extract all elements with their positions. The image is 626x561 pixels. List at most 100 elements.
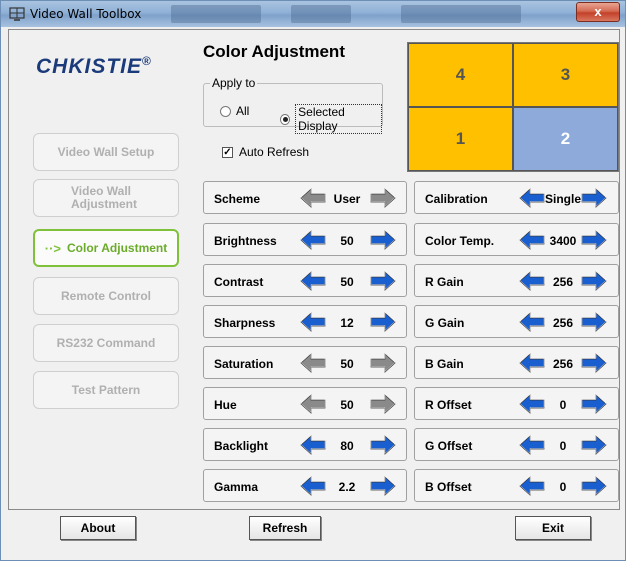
auto-refresh-checkbox[interactable]: ✓ Auto Refresh <box>222 145 309 159</box>
title-bar[interactable]: Video Wall Toolbox x <box>1 1 625 27</box>
active-arrow-icon: ··> <box>44 240 62 256</box>
left-arrow-icon <box>300 393 326 415</box>
contrast-decrease-button[interactable] <box>300 270 326 292</box>
hue-decrease-button[interactable] <box>300 393 326 415</box>
display-tile-4[interactable]: 4 <box>408 43 513 107</box>
color-temp-decrease-button[interactable] <box>519 229 545 251</box>
control-b-gain: B Gain 256 <box>414 346 619 379</box>
close-button[interactable]: x <box>576 2 620 22</box>
g-gain-increase-button[interactable] <box>581 311 607 333</box>
control-r-gain: R Gain 256 <box>414 264 619 297</box>
control-label: Hue <box>214 398 237 412</box>
b-offset-decrease-button[interactable] <box>519 475 545 497</box>
left-arrow-icon <box>300 434 326 456</box>
exit-button[interactable]: Exit <box>515 516 591 540</box>
brightness-decrease-button[interactable] <box>300 229 326 251</box>
sharpness-decrease-button[interactable] <box>300 311 326 333</box>
control-scheme: Scheme User <box>203 181 407 214</box>
refresh-button[interactable]: Refresh <box>249 516 321 540</box>
sidebar-item-label: RS232 Command <box>56 335 156 350</box>
left-arrow-icon <box>519 311 545 333</box>
display-tile-2[interactable]: 2 <box>513 107 618 171</box>
control-hue: Hue 50 <box>203 387 407 420</box>
r-offset-decrease-button[interactable] <box>519 393 545 415</box>
radio-selected-display-indicator[interactable] <box>280 113 291 125</box>
backlight-increase-button[interactable] <box>370 434 396 456</box>
title-bar-decoration <box>171 5 261 23</box>
control-gamma: Gamma 2.2 <box>203 469 407 502</box>
r-gain-increase-button[interactable] <box>581 270 607 292</box>
right-arrow-icon <box>581 187 607 209</box>
scheme-decrease-button[interactable] <box>300 187 326 209</box>
calibration-increase-button[interactable] <box>581 187 607 209</box>
right-arrow-icon <box>370 270 396 292</box>
display-tile-1[interactable]: 1 <box>408 107 513 171</box>
left-arrow-icon <box>300 229 326 251</box>
right-arrow-icon <box>581 270 607 292</box>
b-gain-increase-button[interactable] <box>581 352 607 374</box>
gamma-decrease-button[interactable] <box>300 475 326 497</box>
contrast-increase-button[interactable] <box>370 270 396 292</box>
right-arrow-icon <box>581 434 607 456</box>
scheme-increase-button[interactable] <box>370 187 396 209</box>
brightness-increase-button[interactable] <box>370 229 396 251</box>
left-arrow-icon <box>519 187 545 209</box>
color-temp-increase-button[interactable] <box>581 229 607 251</box>
auto-refresh-label: Auto Refresh <box>239 145 310 159</box>
left-arrow-icon <box>300 475 326 497</box>
brightness-value: 50 <box>340 234 354 248</box>
r-offset-value: 0 <box>559 398 567 412</box>
b-gain-decrease-button[interactable] <box>519 352 545 374</box>
control-label: G Offset <box>425 439 473 453</box>
radio-all-indicator[interactable] <box>220 105 231 117</box>
g-gain-value: 256 <box>552 316 574 330</box>
g-gain-decrease-button[interactable] <box>519 311 545 333</box>
calibration-value: Single <box>545 192 582 206</box>
about-button[interactable]: About <box>60 516 136 540</box>
right-arrow-icon <box>370 434 396 456</box>
saturation-increase-button[interactable] <box>370 352 396 374</box>
sidebar-item-remote-control[interactable]: Remote Control <box>33 277 179 315</box>
sidebar-item-label: Video Wall Setup <box>57 144 155 159</box>
hue-increase-button[interactable] <box>370 393 396 415</box>
calibration-decrease-button[interactable] <box>519 187 545 209</box>
control-label: R Gain <box>425 275 464 289</box>
control-label: Contrast <box>214 275 264 289</box>
r-gain-decrease-button[interactable] <box>519 270 545 292</box>
radio-all[interactable]: All <box>220 104 249 118</box>
saturation-decrease-button[interactable] <box>300 352 326 374</box>
g-offset-decrease-button[interactable] <box>519 434 545 456</box>
gamma-increase-button[interactable] <box>370 475 396 497</box>
control-label: Calibration <box>425 192 488 206</box>
sidebar-item-label: Remote Control <box>61 288 151 303</box>
control-label: R Offset <box>425 398 472 412</box>
left-arrow-icon <box>300 187 326 209</box>
sidebar-item-rs232-command[interactable]: RS232 Command <box>33 324 179 362</box>
sidebar-item-test-pattern[interactable]: Test Pattern <box>33 371 179 409</box>
sidebar-item-video-wall-adjustment[interactable]: Video Wall Adjustment <box>33 179 179 217</box>
scheme-value: User <box>333 192 361 206</box>
b-offset-increase-button[interactable] <box>581 475 607 497</box>
display-grid: 4312 <box>407 42 619 172</box>
backlight-decrease-button[interactable] <box>300 434 326 456</box>
sidebar-item-color-adjustment[interactable]: ··> Color Adjustment <box>33 229 179 267</box>
r-offset-increase-button[interactable] <box>581 393 607 415</box>
sidebar-item-video-wall-setup[interactable]: Video Wall Setup <box>33 133 179 171</box>
control-sharpness: Sharpness 12 <box>203 305 407 338</box>
sharpness-increase-button[interactable] <box>370 311 396 333</box>
saturation-value: 50 <box>340 357 354 371</box>
app-icon <box>9 7 25 21</box>
right-arrow-icon <box>370 311 396 333</box>
left-arrow-icon <box>519 270 545 292</box>
contrast-value: 50 <box>340 275 354 289</box>
control-label: Gamma <box>214 480 259 494</box>
left-arrow-icon <box>519 393 545 415</box>
apply-to-group: Apply to All Selected Display <box>203 76 383 134</box>
control-b-offset: B Offset 0 <box>414 469 619 502</box>
right-arrow-icon <box>581 311 607 333</box>
radio-selected-display[interactable]: Selected Display <box>280 104 382 134</box>
control-calibration: Calibration Single <box>414 181 619 214</box>
auto-refresh-check-icon[interactable]: ✓ <box>222 146 233 158</box>
display-tile-3[interactable]: 3 <box>513 43 618 107</box>
g-offset-increase-button[interactable] <box>581 434 607 456</box>
